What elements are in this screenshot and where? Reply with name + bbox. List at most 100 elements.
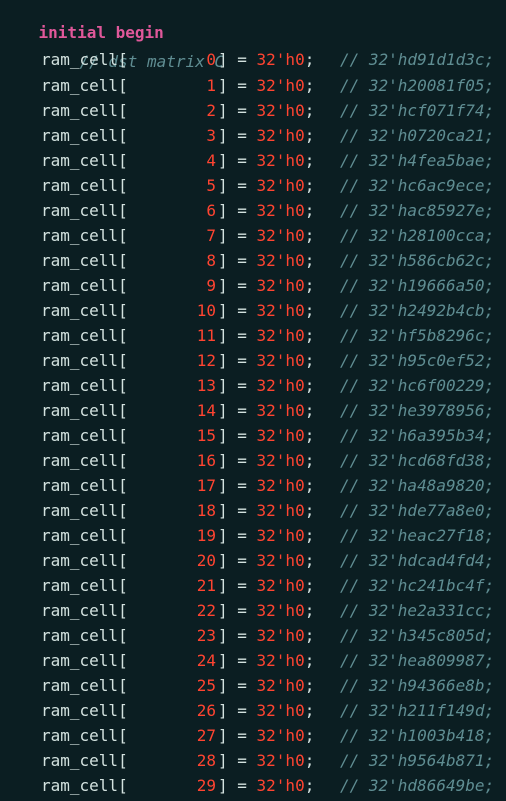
array-index: 10 <box>196 301 216 320</box>
hex-comment: // 32'h19666a50; <box>340 276 495 295</box>
array-name: ram_cell <box>41 601 119 620</box>
array-ref: ram_cell[ <box>41 223 128 248</box>
array-index: 15 <box>196 426 216 445</box>
array-index: 7 <box>206 226 216 245</box>
open-bracket: [ <box>118 276 128 295</box>
assigned-value: 32'h0 <box>256 101 305 120</box>
assignment: ] = 32'h0; <box>218 173 314 198</box>
array-ref: ram_cell[ <box>41 323 128 348</box>
close-bracket-assign: ] = <box>218 526 257 545</box>
code-line: ram_cell[8] = 32'h0;// 32'h586cb62c; <box>0 248 506 273</box>
hex-comment: // 32'h20081f05; <box>340 76 495 95</box>
array-ref: ram_cell[ <box>41 448 128 473</box>
semicolon: ; <box>304 726 315 745</box>
semicolon: ; <box>304 476 315 495</box>
array-index: 25 <box>196 676 216 695</box>
semicolon: ; <box>304 126 315 145</box>
array-index: 13 <box>196 376 216 395</box>
array-ref: ram_cell[ <box>41 273 128 298</box>
array-name: ram_cell <box>41 651 119 670</box>
array-index: 21 <box>196 576 216 595</box>
array-index: 29 <box>196 776 216 795</box>
array-name: ram_cell <box>41 226 119 245</box>
array-ref: ram_cell[ <box>41 523 128 548</box>
semicolon: ; <box>304 551 315 570</box>
array-index: 12 <box>196 351 216 370</box>
array-name: ram_cell <box>41 726 119 745</box>
assigned-value: 32'h0 <box>256 151 305 170</box>
assignment: ] = 32'h0; <box>218 498 314 523</box>
array-ref: ram_cell[ <box>41 573 128 598</box>
hex-comment: // 32'hc6ac9ece; <box>340 176 495 195</box>
open-bracket: [ <box>118 251 128 270</box>
code-line: ram_cell[18] = 32'h0;// 32'hde77a8e0; <box>0 498 506 523</box>
semicolon: ; <box>304 751 315 770</box>
hex-comment: // 32'h4fea5bae; <box>340 151 495 170</box>
code-rows: ram_cell[0] = 32'h0;// 32'hd91d1d3c; ram_… <box>0 49 506 798</box>
close-bracket-assign: ] = <box>218 501 257 520</box>
hex-comment: // 32'h94366e8b; <box>340 676 495 695</box>
open-bracket: [ <box>118 526 128 545</box>
code-line-section-comment: // dst matrix C <box>0 24 506 71</box>
code-editor[interactable]: initial begin // dst matrix C ram_cell[0… <box>0 0 506 801</box>
array-index: 5 <box>206 176 216 195</box>
assignment: ] = 32'h0; <box>218 73 314 98</box>
open-bracket: [ <box>118 101 128 120</box>
code-line: ram_cell[16] = 32'h0;// 32'hcd68fd38; <box>0 448 506 473</box>
semicolon: ; <box>304 401 315 420</box>
assignment: ] = 32'h0; <box>218 223 314 248</box>
semicolon: ; <box>304 626 315 645</box>
assignment: ] = 32'h0; <box>218 573 314 598</box>
open-bracket: [ <box>118 376 128 395</box>
open-bracket: [ <box>118 426 128 445</box>
code-line: ram_cell[7] = 32'h0;// 32'h28100cca; <box>0 223 506 248</box>
open-bracket: [ <box>118 676 128 695</box>
array-ref: ram_cell[ <box>41 473 128 498</box>
semicolon: ; <box>304 651 315 670</box>
array-name: ram_cell <box>41 701 119 720</box>
semicolon: ; <box>304 376 315 395</box>
hex-comment: // 32'hf5b8296c; <box>340 326 495 345</box>
close-bracket-assign: ] = <box>218 426 257 445</box>
hex-comment: // 32'h0720ca21; <box>340 126 495 145</box>
close-bracket-assign: ] = <box>218 601 257 620</box>
array-index: 3 <box>206 126 216 145</box>
close-bracket-assign: ] = <box>218 151 257 170</box>
array-name: ram_cell <box>41 201 119 220</box>
array-index: 4 <box>206 151 216 170</box>
hex-comment: // 32'h211f149d; <box>340 701 495 720</box>
array-index: 26 <box>196 701 216 720</box>
array-index: 27 <box>196 726 216 745</box>
assignment: ] = 32'h0; <box>218 398 314 423</box>
code-line: ram_cell[0] = 32'h0;// 32'hd91d1d3c; <box>0 49 506 73</box>
assigned-value: 32'h0 <box>256 76 305 95</box>
code-line: ram_cell[5] = 32'h0;// 32'hc6ac9ece; <box>0 173 506 198</box>
assigned-value: 32'h0 <box>256 576 305 595</box>
array-name: ram_cell <box>41 351 119 370</box>
array-name: ram_cell <box>41 251 119 270</box>
hex-comment: // 32'hc6f00229; <box>340 376 495 395</box>
assignment: ] = 32'h0; <box>218 448 314 473</box>
hex-comment: // 32'hc241bc4f; <box>340 576 495 595</box>
assignment: ] = 32'h0; <box>218 298 314 323</box>
semicolon: ; <box>304 201 315 220</box>
hex-comment: // 32'hdcad4fd4; <box>340 551 495 570</box>
array-index: 28 <box>196 751 216 770</box>
array-ref: ram_cell[ <box>41 623 128 648</box>
close-bracket-assign: ] = <box>218 676 257 695</box>
code-line: ram_cell[3] = 32'h0;// 32'h0720ca21; <box>0 123 506 148</box>
assignment: ] = 32'h0; <box>218 348 314 373</box>
open-bracket: [ <box>118 126 128 145</box>
assignment: ] = 32'h0; <box>218 723 314 748</box>
semicolon: ; <box>304 701 315 720</box>
open-bracket: [ <box>118 551 128 570</box>
close-bracket-assign: ] = <box>218 201 257 220</box>
array-ref: ram_cell[ <box>41 123 128 148</box>
open-bracket: [ <box>118 451 128 470</box>
close-bracket-assign: ] = <box>218 651 257 670</box>
open-bracket: [ <box>118 151 128 170</box>
hex-comment: // 32'h2492b4cb; <box>340 301 495 320</box>
array-name: ram_cell <box>41 526 119 545</box>
semicolon: ; <box>304 76 315 95</box>
array-name: ram_cell <box>41 301 119 320</box>
